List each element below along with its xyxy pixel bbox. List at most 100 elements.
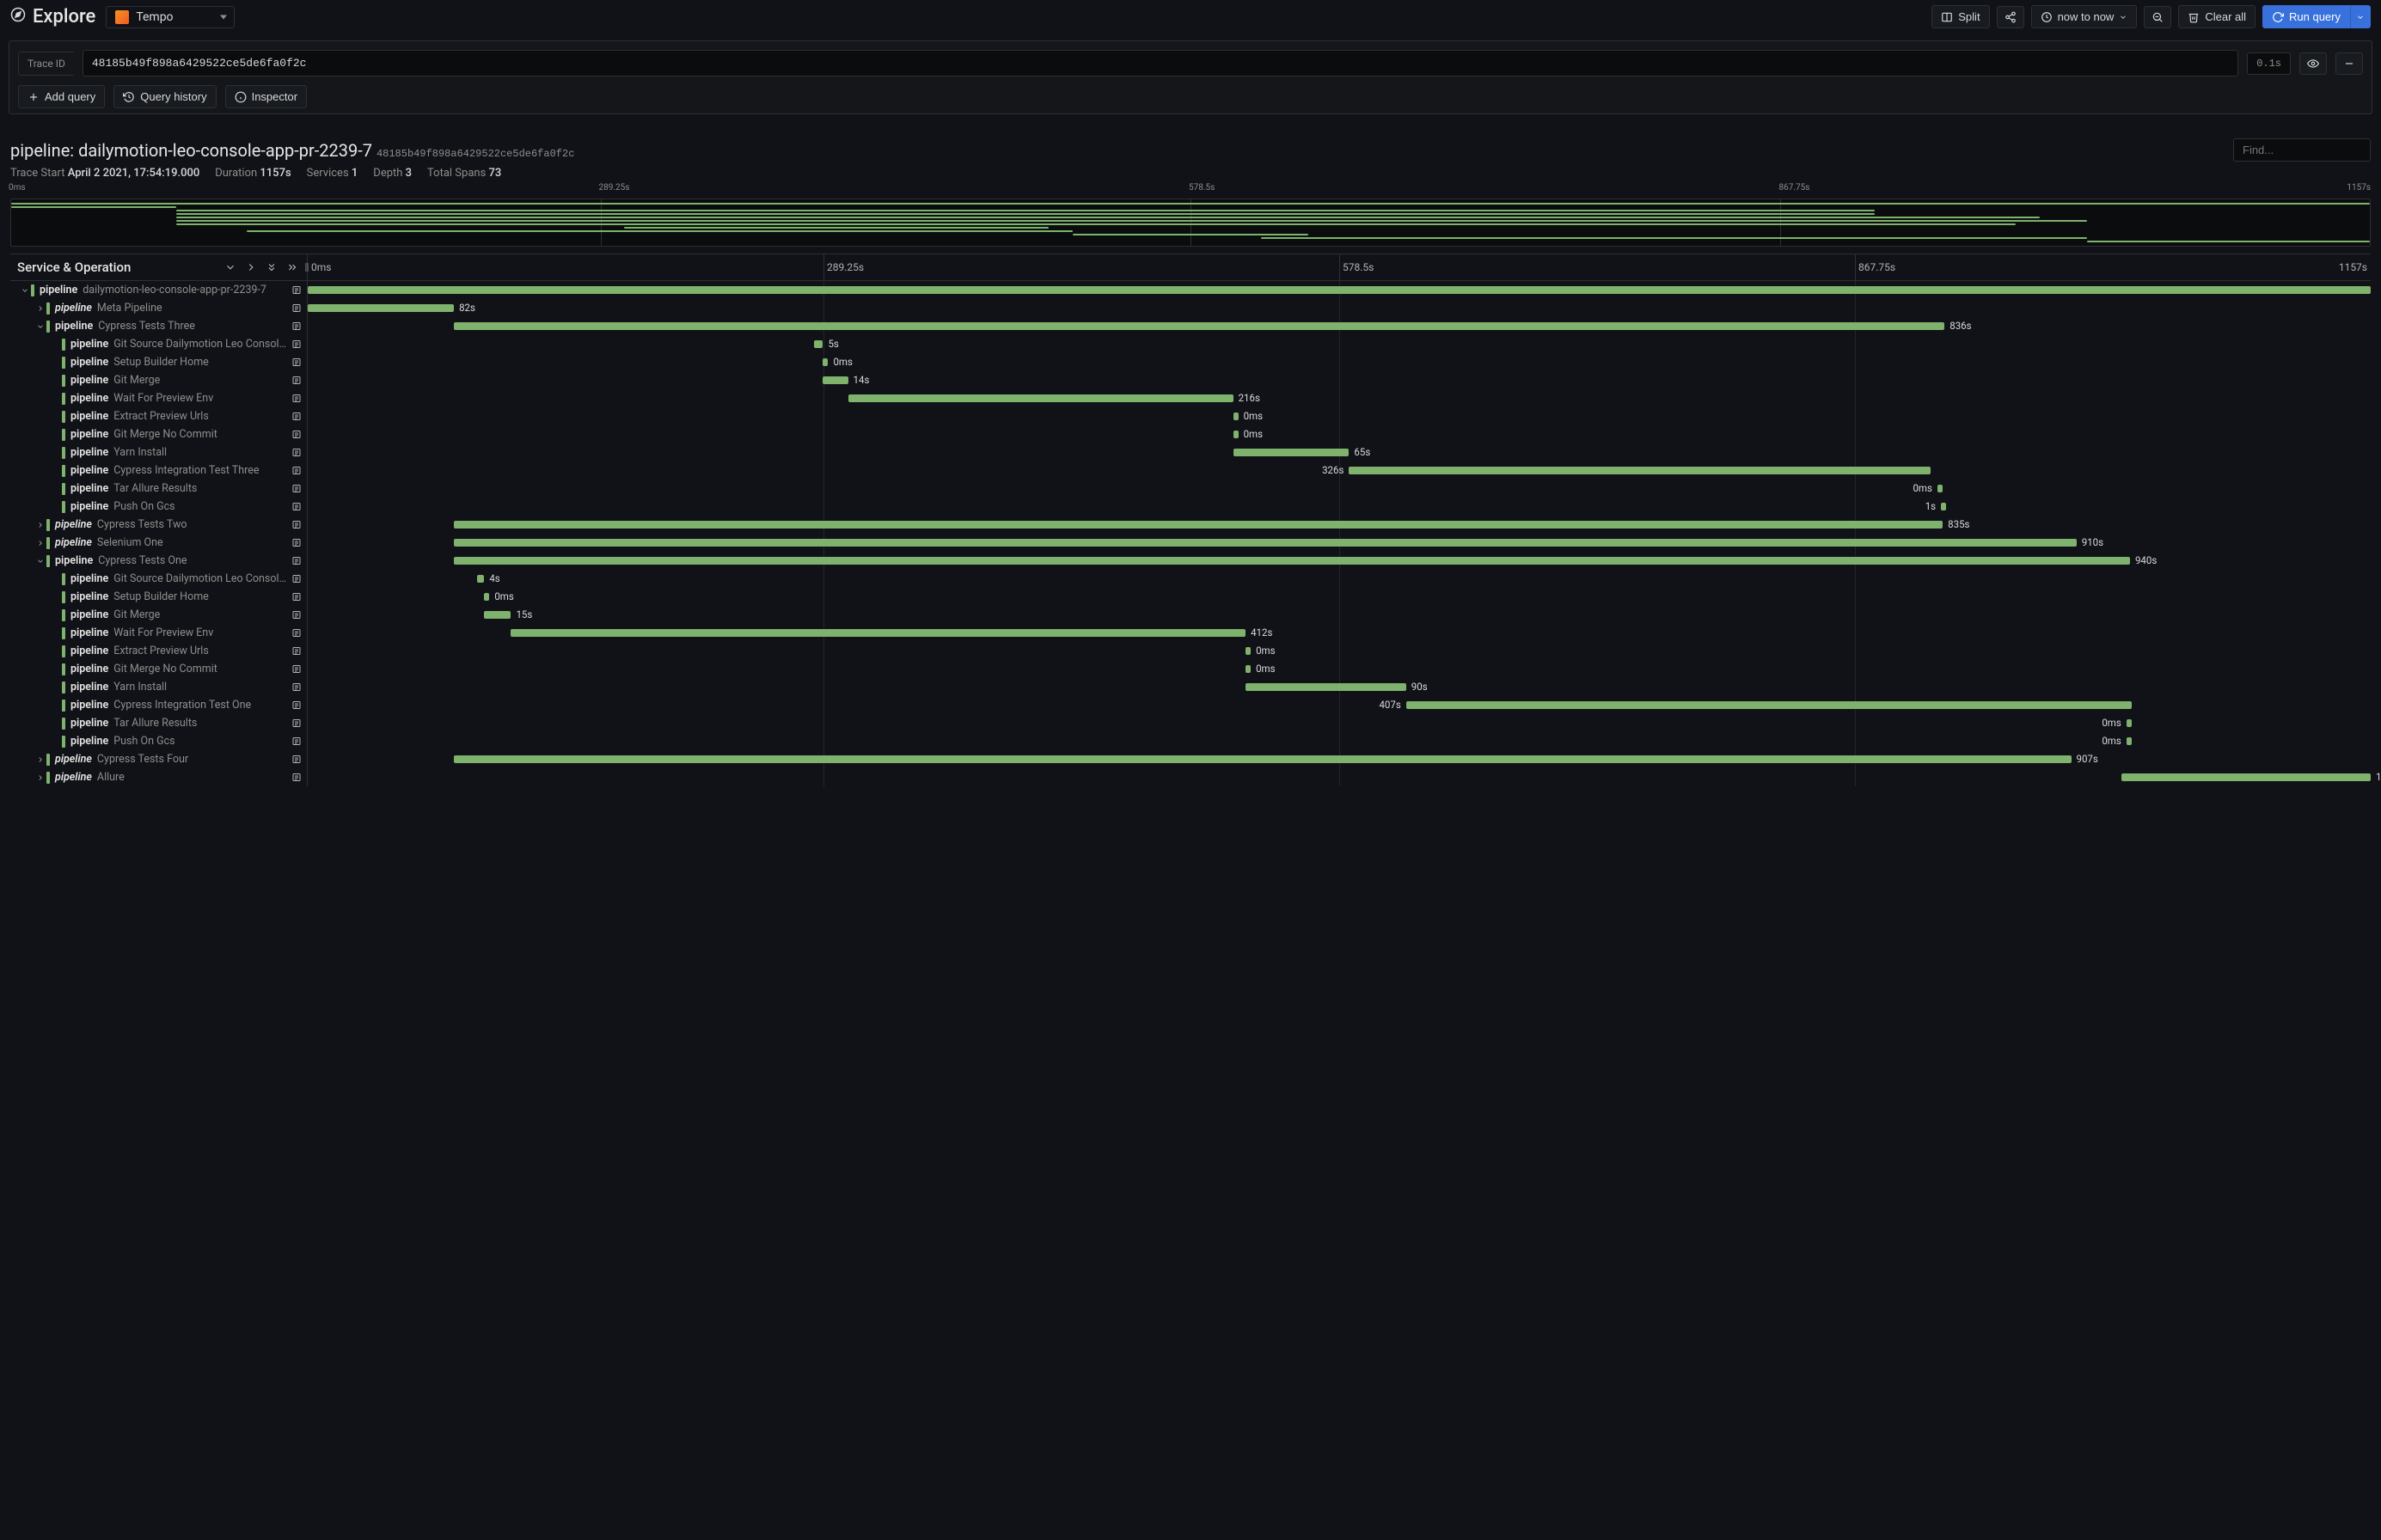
span-row[interactable]: pipelineCypress Tests Three836s	[10, 317, 2371, 335]
expand-one-button[interactable]	[243, 260, 259, 275]
span-bar[interactable]	[2121, 773, 2371, 781]
span-row[interactable]: pipelineExtract Preview Urls0ms	[10, 407, 2371, 425]
trace-minimap[interactable]	[10, 199, 2371, 247]
logs-icon[interactable]	[288, 608, 302, 622]
logs-icon[interactable]	[288, 681, 302, 694]
span-bar[interactable]	[2127, 719, 2132, 727]
span-bar[interactable]	[1233, 449, 1350, 456]
expand-recursive-button[interactable]	[285, 260, 300, 275]
span-bar[interactable]	[1246, 683, 1406, 691]
expand-toggle[interactable]	[34, 754, 46, 766]
span-row[interactable]: pipelineMeta Pipeline82s	[10, 299, 2371, 317]
span-row[interactable]: pipelineWait For Preview Env216s	[10, 389, 2371, 407]
inspector-button[interactable]: Inspector	[225, 85, 307, 108]
expand-toggle[interactable]	[34, 537, 46, 549]
logs-icon[interactable]	[288, 446, 302, 460]
span-bar[interactable]	[308, 286, 2371, 294]
datasource-picker[interactable]: Tempo	[106, 6, 235, 28]
logs-icon[interactable]	[288, 536, 302, 550]
logs-icon[interactable]	[288, 572, 302, 586]
span-row[interactable]: pipelineCypress Tests Four907s	[10, 750, 2371, 768]
logs-icon[interactable]	[288, 464, 302, 478]
logs-icon[interactable]	[288, 663, 302, 676]
add-query-button[interactable]: Add query	[18, 85, 105, 108]
span-row[interactable]: pipelinedailymotion-leo-console-app-pr-2…	[10, 281, 2371, 299]
span-bar[interactable]	[1941, 503, 1946, 510]
logs-icon[interactable]	[288, 482, 302, 496]
logs-icon[interactable]	[288, 302, 302, 315]
span-row[interactable]: pipelineSetup Builder Home0ms	[10, 588, 2371, 606]
logs-icon[interactable]	[288, 771, 302, 785]
query-visibility-toggle[interactable]	[2299, 52, 2327, 75]
logs-icon[interactable]	[288, 590, 302, 604]
span-bar[interactable]	[454, 539, 2077, 547]
span-row[interactable]: pipelineSetup Builder Home0ms	[10, 353, 2371, 371]
logs-icon[interactable]	[288, 392, 302, 406]
logs-icon[interactable]	[288, 699, 302, 712]
span-row[interactable]: pipelineWait For Preview Env412s	[10, 624, 2371, 642]
span-row[interactable]: pipelineGit Merge15s	[10, 606, 2371, 624]
logs-icon[interactable]	[288, 626, 302, 640]
span-bar[interactable]	[454, 557, 2130, 565]
remove-query-button[interactable]	[2335, 52, 2363, 75]
span-row[interactable]: pipelineExtract Preview Urls0ms	[10, 642, 2371, 660]
logs-icon[interactable]	[288, 717, 302, 730]
span-bar[interactable]	[511, 629, 1246, 637]
logs-icon[interactable]	[288, 518, 302, 532]
find-in-trace-input[interactable]	[2233, 138, 2371, 162]
run-query-options-button[interactable]	[2350, 5, 2371, 28]
expand-toggle[interactable]	[34, 772, 46, 784]
span-row[interactable]: pipelineCypress Tests One940s	[10, 552, 2371, 570]
span-row[interactable]: pipelineCypress Integration Test Three32…	[10, 461, 2371, 480]
logs-icon[interactable]	[288, 735, 302, 749]
span-row[interactable]: pipelineYarn Install90s	[10, 678, 2371, 696]
span-row[interactable]: pipelineTar Allure Results0ms	[10, 480, 2371, 498]
span-bar[interactable]	[454, 322, 1944, 330]
span-bar[interactable]	[814, 340, 823, 348]
span-row[interactable]: pipelineAllure140s	[10, 768, 2371, 786]
logs-icon[interactable]	[288, 374, 302, 388]
span-bar[interactable]	[477, 575, 484, 583]
span-bar[interactable]	[1937, 485, 1943, 492]
span-row[interactable]: pipelineCypress Integration Test One407s	[10, 696, 2371, 714]
expand-toggle[interactable]	[34, 519, 46, 531]
logs-icon[interactable]	[288, 428, 302, 442]
span-bar[interactable]	[848, 394, 1233, 402]
span-row[interactable]: pipelinePush On Gcs1s	[10, 498, 2371, 516]
span-row[interactable]: pipelineYarn Install65s	[10, 443, 2371, 461]
logs-icon[interactable]	[288, 645, 302, 658]
share-button[interactable]	[1997, 6, 2024, 28]
logs-icon[interactable]	[288, 500, 302, 514]
span-bar[interactable]	[454, 755, 2071, 763]
span-bar[interactable]	[484, 611, 511, 619]
logs-icon[interactable]	[288, 554, 302, 568]
span-row[interactable]: pipelinePush On Gcs0ms	[10, 732, 2371, 750]
span-row[interactable]: pipelineGit Source Dailymotion Leo Conso…	[10, 335, 2371, 353]
span-row[interactable]: pipelineSelenium One910s	[10, 534, 2371, 552]
trace-id-input[interactable]	[83, 50, 2238, 76]
logs-icon[interactable]	[288, 753, 302, 767]
logs-icon[interactable]	[288, 356, 302, 370]
collapse-toggle[interactable]	[34, 555, 46, 567]
split-button[interactable]: Split	[1931, 5, 1989, 28]
run-query-button[interactable]: Run query	[2262, 5, 2350, 28]
time-range-picker[interactable]: now to now	[2031, 5, 2138, 28]
collapse-all-button[interactable]	[223, 260, 238, 275]
expand-all-button[interactable]	[264, 260, 279, 275]
span-row[interactable]: pipelineGit Source Dailymotion Leo Conso…	[10, 570, 2371, 588]
zoom-out-button[interactable]	[2144, 6, 2171, 28]
logs-icon[interactable]	[288, 410, 302, 424]
logs-icon[interactable]	[288, 320, 302, 333]
query-history-button[interactable]: Query history	[113, 85, 216, 108]
span-bar[interactable]	[1406, 701, 2132, 709]
span-bar[interactable]	[1349, 467, 1930, 474]
span-bar[interactable]	[2127, 737, 2132, 745]
span-bar[interactable]	[823, 376, 848, 384]
span-bar[interactable]	[454, 521, 1943, 529]
span-row[interactable]: pipelineGit Merge No Commit0ms	[10, 425, 2371, 443]
logs-icon[interactable]	[288, 284, 302, 297]
span-row[interactable]: pipelineGit Merge No Commit0ms	[10, 660, 2371, 678]
span-row[interactable]: pipelineGit Merge14s	[10, 371, 2371, 389]
collapse-toggle[interactable]	[34, 321, 46, 333]
span-row[interactable]: pipelineTar Allure Results0ms	[10, 714, 2371, 732]
